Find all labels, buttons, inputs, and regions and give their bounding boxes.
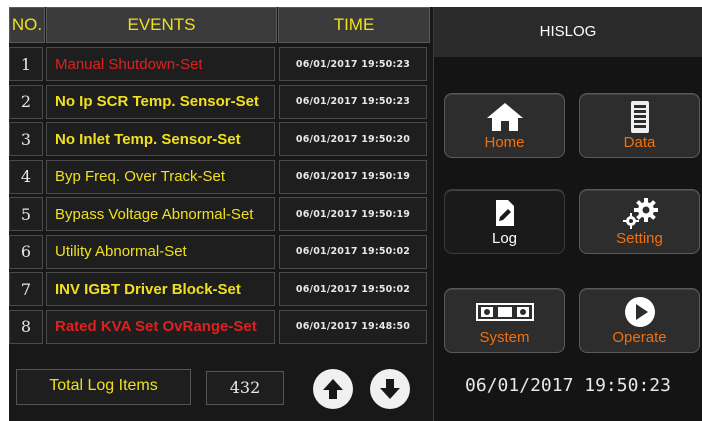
battery-icon (580, 101, 699, 133)
event-time: 06/01/2017 19:48:50 (279, 309, 427, 344)
arrow-up-icon (323, 379, 343, 399)
scroll-down-button[interactable] (370, 369, 410, 409)
event-name: Byp Freq. Over Track-Set (46, 159, 275, 194)
table-row[interactable]: 1 Manual Shutdown-Set 06/01/2017 19:50:23 (9, 45, 430, 82)
row-number: 2 (9, 84, 43, 119)
log-button[interactable]: Log (444, 189, 565, 254)
event-name: Manual Shutdown-Set (46, 47, 275, 81)
event-name: No Inlet Temp. Sensor-Set (46, 122, 275, 156)
event-name: No Ip SCR Temp. Sensor-Set (46, 84, 275, 119)
header-no: NO. (9, 7, 45, 43)
log-label: Log (491, 230, 518, 247)
event-time: 06/01/2017 19:50:23 (279, 84, 427, 119)
row-number: 3 (9, 122, 43, 156)
header-events: EVENTS (46, 7, 277, 43)
table-row[interactable]: 8 Rated KVA Set OvRange-Set 06/01/2017 19:… (9, 308, 430, 345)
gears-icon (580, 197, 699, 229)
table-row[interactable]: 5 Bypass Voltage Abnormal-Set 06/01/2017 1… (9, 195, 430, 232)
row-number: 8 (9, 309, 43, 344)
total-log-items-label: Total Log Items (16, 369, 191, 405)
home-label: Home (484, 134, 525, 151)
table-row[interactable]: 6 Utility Abnormal-Set 06/01/2017 19:50:02 (9, 233, 430, 270)
event-name: Utility Abnormal-Set (46, 234, 275, 269)
arrow-down-icon (380, 379, 400, 399)
system-clock: 06/01/2017 19:50:23 (465, 375, 671, 396)
document-edit-icon (445, 197, 564, 229)
event-time: 06/01/2017 19:50:02 (279, 272, 427, 306)
event-name: INV IGBT Driver Block-Set (46, 272, 275, 306)
operate-button[interactable]: Operate (579, 288, 700, 353)
event-name: Rated KVA Set OvRange-Set (46, 309, 275, 344)
table-row[interactable]: 4 Byp Freq. Over Track-Set 06/01/2017 19:5… (9, 158, 430, 195)
operate-label: Operate (612, 329, 667, 346)
system-label: System (479, 329, 530, 346)
row-number: 4 (9, 159, 43, 194)
event-name: Bypass Voltage Abnormal-Set (46, 197, 275, 231)
event-time: 06/01/2017 19:50:20 (279, 122, 427, 156)
row-number: 1 (9, 47, 43, 81)
home-icon (445, 101, 564, 133)
event-time: 06/01/2017 19:50:19 (279, 159, 427, 194)
row-number: 6 (9, 234, 43, 269)
table-row[interactable]: 3 No Inlet Temp. Sensor-Set 06/01/2017 19:… (9, 120, 430, 157)
play-icon (580, 296, 699, 328)
system-modules-icon (445, 296, 564, 328)
table-row[interactable]: 2 No Ip SCR Temp. Sensor-Set 06/01/2017 19… (9, 83, 430, 120)
header-time: TIME (278, 7, 430, 43)
row-number: 7 (9, 272, 43, 306)
table-row[interactable]: 7 INV IGBT Driver Block-Set 06/01/2017 19:… (9, 270, 430, 307)
event-time: 06/01/2017 19:50:02 (279, 234, 427, 269)
hislog-screen: NO. EVENTS TIME 1 Manual Shutdown-Set 06/0… (9, 7, 702, 421)
total-log-items-value: 432 (206, 371, 284, 405)
setting-button[interactable]: Setting (579, 189, 700, 254)
navigation-panel: HISLOG Home Data Log Setting System Oper… (433, 7, 702, 421)
row-number: 5 (9, 197, 43, 231)
page-title: HISLOG (434, 7, 702, 57)
system-button[interactable]: System (444, 288, 565, 353)
scroll-up-button[interactable] (313, 369, 353, 409)
log-footer: Total Log Items 432 (9, 355, 430, 421)
data-label: Data (623, 134, 656, 151)
home-button[interactable]: Home (444, 93, 565, 158)
event-time: 06/01/2017 19:50:19 (279, 197, 427, 231)
setting-label: Setting (616, 230, 663, 247)
data-button[interactable]: Data (579, 93, 700, 158)
event-time: 06/01/2017 19:50:23 (279, 47, 427, 81)
